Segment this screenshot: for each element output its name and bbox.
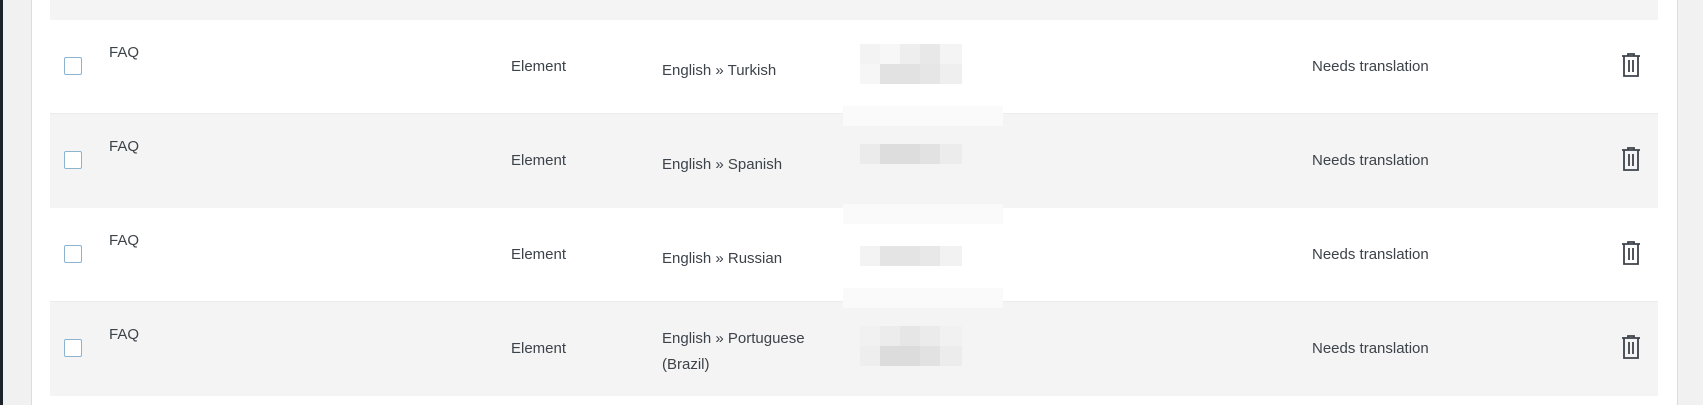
job-languages: English » Turkish — [662, 62, 777, 79]
blurred-band — [843, 204, 1003, 224]
trash-icon[interactable] — [1619, 146, 1643, 172]
job-status: Needs translation — [1312, 246, 1429, 263]
table-row: FAQ Element English » Turkish Needs tran… — [50, 20, 1658, 114]
job-languages: English » Portuguese (Brazil) — [662, 330, 805, 373]
job-status: Needs translation — [1312, 58, 1429, 75]
trash-icon[interactable] — [1619, 52, 1643, 78]
job-title[interactable]: FAQ — [109, 232, 139, 249]
job-type: Element — [511, 58, 567, 75]
row-select-checkbox[interactable] — [64, 339, 82, 357]
trash-icon[interactable] — [1619, 334, 1643, 360]
job-languages: English » Spanish — [662, 156, 783, 173]
row-select-checkbox[interactable] — [64, 57, 82, 75]
table-row: FAQ Element English » Spanish Needs tran… — [50, 114, 1658, 208]
blurred-band — [843, 106, 1003, 126]
job-title[interactable]: FAQ — [109, 326, 139, 343]
job-type: Element — [511, 152, 567, 169]
job-type: Element — [511, 340, 567, 357]
job-status: Needs translation — [1312, 152, 1429, 169]
job-title[interactable]: FAQ — [109, 44, 139, 61]
translation-jobs-table: FAQ Element English » Turkish Needs tran… — [50, 0, 1658, 405]
blurred-content — [860, 138, 962, 184]
blurred-content — [860, 44, 962, 90]
table-row: FAQ Element English » Portuguese (Brazil… — [50, 302, 1658, 396]
row-select-checkbox[interactable] — [64, 151, 82, 169]
job-type: Element — [511, 246, 567, 263]
row-select-checkbox[interactable] — [64, 245, 82, 263]
job-languages: English » Russian — [662, 250, 783, 267]
job-title[interactable]: FAQ — [109, 138, 139, 155]
job-status: Needs translation — [1312, 340, 1429, 357]
trash-icon[interactable] — [1619, 240, 1643, 266]
blurred-content — [860, 232, 962, 278]
blurred-content — [860, 326, 962, 372]
table-top-strip — [50, 0, 1658, 20]
blurred-band — [843, 288, 1003, 308]
left-edge — [0, 0, 3, 405]
